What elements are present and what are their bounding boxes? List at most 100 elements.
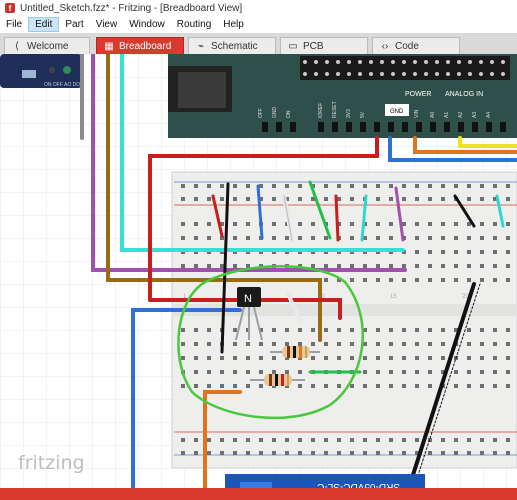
breadboard-hole[interactable] (259, 438, 263, 442)
breadboard-hole[interactable] (220, 264, 224, 268)
breadboard-hole[interactable] (480, 184, 484, 188)
breadboard-hole[interactable] (324, 451, 328, 455)
breadboard-hole[interactable] (402, 370, 406, 374)
breadboard-hole[interactable] (207, 356, 211, 360)
breadboard-hole[interactable] (285, 370, 289, 374)
sensor-module[interactable]: ON OFF AO DO (0, 54, 82, 88)
breadboard-hole[interactable] (298, 184, 302, 188)
breadboard-hole[interactable] (246, 342, 250, 346)
breadboard-hole[interactable] (259, 384, 263, 388)
breadboard-hole[interactable] (454, 250, 458, 254)
breadboard-hole[interactable] (207, 197, 211, 201)
tab-schematic[interactable]: ⌁ Schematic (188, 37, 276, 54)
breadboard-hole[interactable] (181, 236, 185, 240)
breadboard-hole[interactable] (220, 197, 224, 201)
breadboard-hole[interactable] (194, 264, 198, 268)
breadboard-hole[interactable] (389, 184, 393, 188)
breadboard-hole[interactable] (350, 356, 354, 360)
breadboard-hole[interactable] (259, 342, 263, 346)
breadboard-hole[interactable] (324, 438, 328, 442)
breadboard-hole[interactable] (350, 451, 354, 455)
menu-edit[interactable]: Edit (28, 17, 60, 32)
breadboard-hole[interactable] (389, 356, 393, 360)
tab-pcb[interactable]: ▭ PCB (280, 37, 368, 54)
breadboard-hole[interactable] (415, 278, 419, 282)
breadboard-hole[interactable] (480, 370, 484, 374)
breadboard-hole[interactable] (246, 438, 250, 442)
breadboard-hole[interactable] (454, 184, 458, 188)
menu-view[interactable]: View (90, 18, 124, 31)
breadboard-hole[interactable] (207, 438, 211, 442)
breadboard-hole[interactable] (194, 438, 198, 442)
arduino-board[interactable]: POWER ANALOG IN GND OFF GND ON IOREF RES… (168, 54, 517, 138)
breadboard-hole[interactable] (506, 438, 510, 442)
breadboard-hole[interactable] (350, 342, 354, 346)
breadboard-hole[interactable] (194, 370, 198, 374)
breadboard-hole[interactable] (181, 264, 185, 268)
breadboard-hole[interactable] (363, 384, 367, 388)
breadboard-hole[interactable] (233, 384, 237, 388)
breadboard-hole[interactable] (272, 438, 276, 442)
breadboard-hole[interactable] (311, 342, 315, 346)
breadboard-hole[interactable] (389, 451, 393, 455)
breadboard-hole[interactable] (337, 264, 341, 268)
breadboard-hole[interactable] (480, 451, 484, 455)
breadboard-hole[interactable] (454, 236, 458, 240)
breadboard-hole[interactable] (298, 197, 302, 201)
breadboard-hole[interactable] (350, 222, 354, 226)
breadboard-hole[interactable] (467, 236, 471, 240)
breadboard-hole[interactable] (220, 370, 224, 374)
breadboard-hole[interactable] (389, 342, 393, 346)
breadboard-hole[interactable] (428, 222, 432, 226)
breadboard-hole[interactable] (272, 356, 276, 360)
breadboard-hole[interactable] (246, 184, 250, 188)
breadboard-hole[interactable] (493, 438, 497, 442)
breadboard-hole[interactable] (220, 384, 224, 388)
breadboard-hole[interactable] (506, 356, 510, 360)
breadboard-hole[interactable] (441, 222, 445, 226)
breadboard-hole[interactable] (324, 197, 328, 201)
breadboard-hole[interactable] (415, 197, 419, 201)
breadboard-hole[interactable] (324, 356, 328, 360)
breadboard-hole[interactable] (493, 184, 497, 188)
breadboard-hole[interactable] (428, 328, 432, 332)
breadboard-hole[interactable] (441, 342, 445, 346)
breadboard-hole[interactable] (480, 278, 484, 282)
breadboard-hole[interactable] (324, 264, 328, 268)
breadboard-hole[interactable] (441, 451, 445, 455)
breadboard-hole[interactable] (233, 222, 237, 226)
breadboard-hole[interactable] (246, 384, 250, 388)
breadboard-hole[interactable] (207, 342, 211, 346)
tab-welcome[interactable]: ⟨ Welcome (4, 37, 90, 54)
breadboard-hole[interactable] (376, 438, 380, 442)
breadboard-hole[interactable] (493, 222, 497, 226)
breadboard-hole[interactable] (337, 438, 341, 442)
breadboard-hole[interactable] (337, 342, 341, 346)
breadboard-hole[interactable] (233, 184, 237, 188)
breadboard-hole[interactable] (350, 328, 354, 332)
breadboard-hole[interactable] (415, 264, 419, 268)
menu-part[interactable]: Part (59, 18, 89, 31)
breadboard-hole[interactable] (441, 250, 445, 254)
breadboard-hole[interactable] (298, 384, 302, 388)
breadboard-hole[interactable] (350, 384, 354, 388)
breadboard-hole[interactable] (298, 222, 302, 226)
breadboard-hole[interactable] (428, 236, 432, 240)
breadboard-hole[interactable] (480, 356, 484, 360)
tab-code[interactable]: ‹› Code (372, 37, 460, 54)
breadboard-hole[interactable] (441, 184, 445, 188)
breadboard-hole[interactable] (415, 236, 419, 240)
breadboard-hole[interactable] (181, 342, 185, 346)
breadboard-hole[interactable] (402, 384, 406, 388)
breadboard-hole[interactable] (233, 438, 237, 442)
breadboard-hole[interactable] (272, 451, 276, 455)
breadboard-hole[interactable] (324, 342, 328, 346)
breadboard-hole[interactable] (311, 356, 315, 360)
breadboard-hole[interactable] (402, 451, 406, 455)
breadboard-hole[interactable] (480, 342, 484, 346)
breadboard-hole[interactable] (454, 384, 458, 388)
breadboard-hole[interactable] (350, 184, 354, 188)
breadboard-hole[interactable] (246, 236, 250, 240)
breadboard-hole[interactable] (467, 184, 471, 188)
breadboard-hole[interactable] (298, 236, 302, 240)
